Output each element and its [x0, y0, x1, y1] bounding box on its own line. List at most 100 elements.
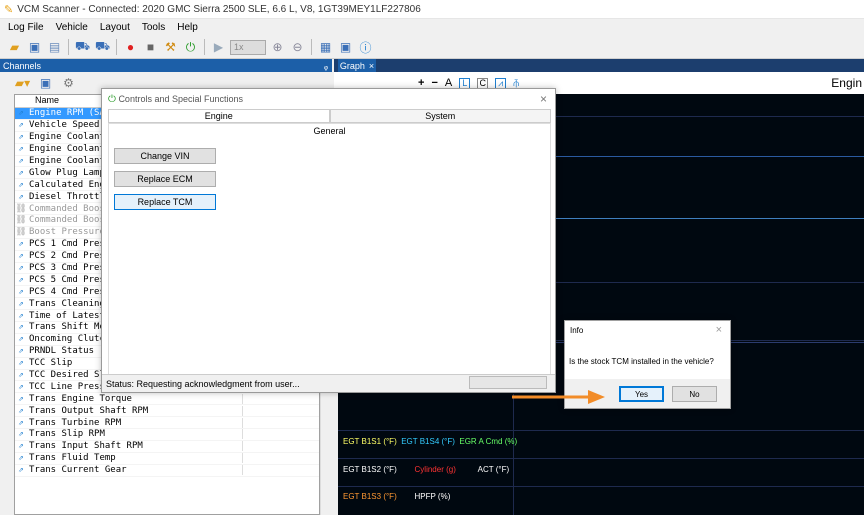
channel-name: Trans Input Shaft RPM	[27, 441, 243, 452]
close-icon[interactable]: ×	[716, 324, 722, 336]
graph-tab-bar	[334, 59, 864, 72]
general-group-label: General	[313, 126, 346, 136]
menu-tools[interactable]: Tools	[142, 22, 165, 33]
chart-type-icon[interactable]: ⩘	[495, 77, 507, 89]
channel-name: Trans Output Shaft RPM	[27, 405, 243, 416]
power-icon[interactable]: ⏻	[182, 39, 199, 56]
channel-link-icon: ⇗	[18, 405, 24, 416]
toolbar-separator	[68, 39, 69, 55]
replace-ecm-button[interactable]: Replace ECM	[114, 171, 216, 187]
app-icon: ✎	[4, 3, 14, 16]
channel-link-icon: ⇗	[18, 286, 24, 297]
legend-egt-b1s4: EGT B1S4 (°F)	[401, 437, 455, 446]
channel-link-icon: ⇗	[18, 167, 24, 178]
power-icon: ⏻	[108, 93, 116, 105]
menu-log-file[interactable]: Log File	[8, 22, 44, 33]
play-icon[interactable]: ▶	[210, 39, 227, 56]
stop-icon[interactable]: ■	[142, 39, 159, 56]
channel-link-icon: ⇗	[18, 108, 24, 119]
close-icon[interactable]: ×	[540, 92, 547, 106]
channel-link-icon: ⇗	[18, 179, 24, 190]
controls-dialog-title-wrap: ⏻ Controls and Special Functions	[108, 94, 243, 105]
legend-row-1: EGT B1S1 (°F) EGT B1S4 (°F) EGR A Cmd (%…	[343, 437, 517, 446]
graph-title: Engin	[831, 76, 862, 90]
channel-link-icon: ⇗	[18, 298, 24, 309]
link-broken-icon: ⛓	[15, 203, 27, 214]
pin-icon[interactable]: ᵩ	[324, 61, 328, 71]
info-dialog-header: Info ×	[565, 321, 730, 339]
channel-row[interactable]: ⇗ Trans Engine Torque	[15, 393, 319, 406]
channel-link-icon: ⇗	[18, 144, 24, 155]
graph-divider	[513, 394, 514, 515]
channel-name: Trans Fluid Temp	[27, 453, 243, 464]
controls-dialog-title: Controls and Special Functions	[118, 93, 244, 104]
channel-name: Trans Slip RPM	[27, 429, 243, 440]
menu-layout[interactable]: Layout	[100, 22, 130, 33]
change-vin-button[interactable]: Change VIN	[114, 148, 216, 164]
yes-button[interactable]: Yes	[619, 386, 664, 402]
zoom-in-icon[interactable]: ⊕	[269, 39, 286, 56]
progress-bar	[469, 376, 547, 389]
save-channels-icon[interactable]: ▣	[37, 75, 54, 92]
record-icon[interactable]: ●	[122, 39, 139, 56]
menu-vehicle[interactable]: Vehicle	[56, 22, 88, 33]
channel-link-icon: ⇗	[18, 263, 24, 274]
window-title: VCM Scanner - Connected: 2020 GMC Sierra…	[17, 3, 421, 15]
tab-graph[interactable]: Graph ×	[338, 59, 376, 72]
car-icon[interactable]: ⛟	[74, 39, 91, 56]
tab-system[interactable]: System	[329, 109, 551, 123]
graph-gridline	[338, 430, 864, 431]
legend-egt-b1s1: EGT B1S1 (°F)	[343, 437, 397, 446]
replace-tcm-button[interactable]: Replace TCM	[114, 194, 216, 210]
graph-tab-label: Graph	[339, 60, 365, 71]
info-dialog-title: Info	[570, 325, 584, 335]
channel-row[interactable]: ⇗ Trans Input Shaft RPM	[15, 441, 319, 453]
tab-engine[interactable]: Engine	[108, 109, 330, 123]
zoom-out-icon[interactable]: ⊖	[289, 39, 306, 56]
annotation-arrow-icon	[512, 390, 605, 404]
channel-link-icon: ⇗	[18, 417, 24, 428]
save-icon[interactable]: ▣	[26, 39, 43, 56]
channel-link-icon: ⇗	[18, 465, 24, 476]
channel-name: Trans Engine Torque	[27, 393, 243, 404]
menu-bar: Log File Vehicle Layout Tools Help	[0, 19, 864, 36]
channel-row[interactable]: ⇗ Trans Slip RPM	[15, 429, 319, 441]
channel-row[interactable]: ⇗ Trans Current Gear	[15, 465, 319, 477]
channel-link-icon: ⇗	[18, 346, 24, 357]
channel-link-icon: ⇗	[18, 156, 24, 166]
zoom-combo[interactable]: 1x	[230, 39, 266, 55]
menu-help[interactable]: Help	[177, 22, 198, 33]
toolbar-separator	[116, 39, 117, 55]
cursor-toggle[interactable]: C	[477, 77, 489, 89]
channel-link-icon: ⇗	[18, 370, 24, 381]
channel-row[interactable]: ⇗ Trans Turbine RPM	[15, 417, 319, 430]
car-connect-icon[interactable]: ⛟	[94, 39, 111, 56]
open-channels-icon[interactable]: ▰▾	[14, 75, 31, 92]
settings-icon[interactable]: ⚙	[60, 75, 77, 92]
close-icon[interactable]: ×	[369, 61, 374, 71]
legend-row-2: EGT B1S2 (°F) Cylinder (g) ACT (°F)	[343, 465, 509, 474]
legend-egr-a-cmd: EGR A Cmd (%)	[459, 437, 518, 446]
channel-link-icon: ⇗	[18, 251, 24, 262]
lines-toggle[interactable]: L	[459, 77, 471, 89]
open-folder-icon[interactable]: ▰	[6, 39, 23, 56]
document-icon[interactable]: ▤	[46, 39, 63, 56]
channels-title: Channels	[3, 60, 42, 71]
wrench-icon[interactable]: ⚒	[162, 39, 179, 56]
channel-link-icon: ⇗	[18, 334, 24, 345]
signal-icon[interactable]: ⫚	[513, 78, 519, 89]
channel-name: Trans Turbine RPM	[27, 417, 243, 428]
controls-dialog-header: ⏻ Controls and Special Functions ×	[102, 89, 555, 109]
no-button[interactable]: No	[672, 386, 717, 402]
legend-egt-b1s2: EGT B1S2 (°F)	[343, 465, 397, 474]
channel-link-icon: ⇗	[18, 358, 24, 369]
save-layout-icon[interactable]: ▣	[337, 39, 354, 56]
info-message: Is the stock TCM installed in the vehicl…	[569, 357, 714, 366]
channel-link-icon: ⇗	[18, 441, 24, 452]
toolbar-separator	[204, 39, 205, 55]
channel-row[interactable]: ⇗ Trans Fluid Temp	[15, 453, 319, 465]
info-icon[interactable]: ⓘ	[357, 39, 374, 56]
channel-row[interactable]: ⇗ Trans Output Shaft RPM	[15, 405, 319, 418]
legend-hpfp: HPFP (%)	[414, 492, 451, 501]
grid-icon[interactable]: ▦	[317, 39, 334, 56]
